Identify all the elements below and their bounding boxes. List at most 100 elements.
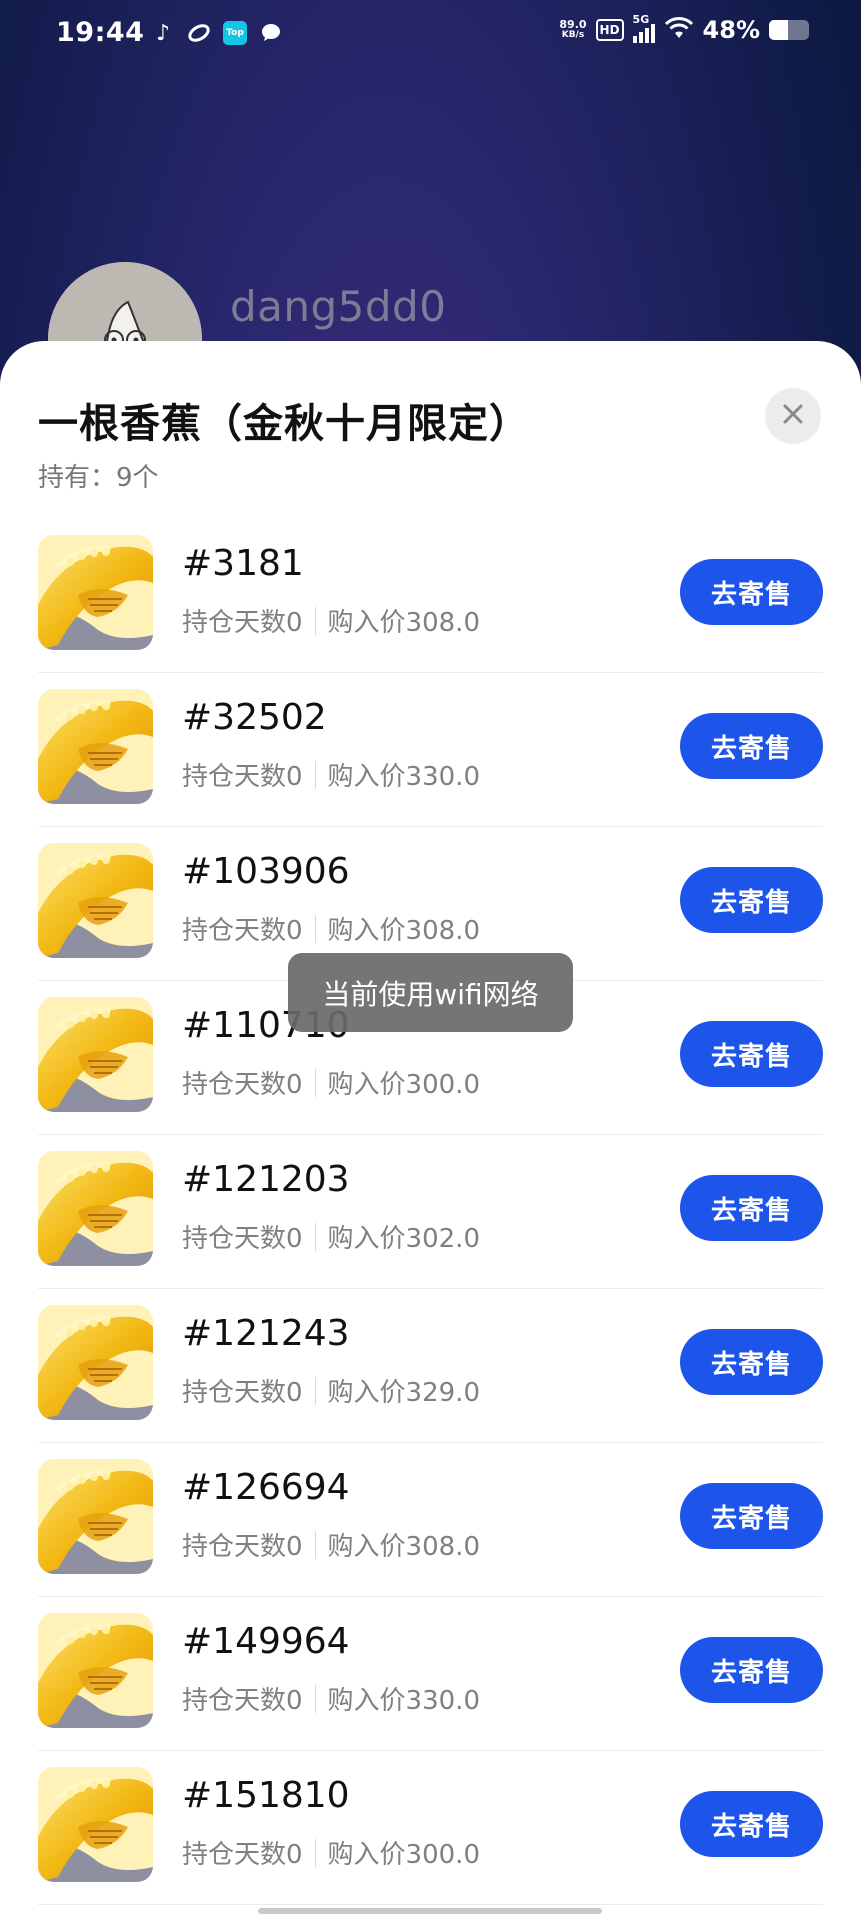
banana-artwork [38,997,153,1112]
item-id: #103906 [182,851,350,892]
banana-artwork [38,1305,153,1420]
sheet-title: 一根香蕉（金秋十月限定） [38,401,530,447]
divider [38,1904,823,1905]
banana-artwork [38,535,153,650]
item-thumbnail [38,1305,153,1420]
home-indicator[interactable] [258,1908,602,1914]
item-id: #151810 [182,1775,350,1816]
item-meta: 持仓天数0 购入价330.0 [182,1680,480,1717]
consign-button[interactable]: 去寄售 [680,1175,823,1241]
consign-button[interactable]: 去寄售 [680,867,823,933]
item-id: #149964 [182,1621,350,1662]
tiktok-icon: ♪ [155,20,171,46]
status-bar: 19:44 ♪ Top 89.0 KB/s HD 5G 48% [0,0,861,70]
battery-icon [769,20,809,40]
banana-artwork [38,1767,153,1882]
holdings-sheet: 一根香蕉（金秋十月限定） 持有：9个 #3181 持仓天数0 购入价308.0 … [0,341,861,1920]
meta-divider [314,760,316,789]
holding-days: 持仓天数0 [182,1070,303,1100]
signal-icon: 5G [632,13,655,43]
item-thumbnail [38,843,153,958]
holding-days: 持仓天数0 [182,1224,303,1254]
item-id: #32502 [182,697,327,738]
notification-icons: ♪ Top [150,20,284,46]
consign-button[interactable]: 去寄售 [680,559,823,625]
consign-button[interactable]: 去寄售 [680,713,823,779]
item-thumbnail [38,1613,153,1728]
hd-badge: HD [595,19,624,41]
item-thumbnail [38,1767,153,1882]
net-speed: 89.0 KB/s [559,18,587,40]
list-item[interactable]: #149964 持仓天数0 购入价330.0 去寄售 [0,1597,861,1751]
item-meta: 持仓天数0 购入价300.0 [182,1064,480,1101]
holding-days: 持仓天数0 [182,1840,303,1870]
meta-divider [314,1222,316,1251]
banana-artwork [38,843,153,958]
list-item[interactable]: #121243 持仓天数0 购入价329.0 去寄售 [0,1289,861,1443]
banana-artwork [38,1459,153,1574]
list-item[interactable]: #3181 持仓天数0 购入价308.0 去寄售 [0,519,861,673]
meta-divider [314,1530,316,1559]
meta-divider [314,1684,316,1713]
purchase-price: 购入价330.0 [327,1686,480,1716]
username: dang5dd0 [230,282,447,331]
item-id: #121203 [182,1159,350,1200]
item-id: #3181 [182,543,304,584]
list-item[interactable]: #151810 持仓天数0 购入价300.0 去寄售 [0,1751,861,1905]
item-meta: 持仓天数0 购入价308.0 [182,910,480,947]
purchase-price: 购入价300.0 [327,1070,480,1100]
purchase-price: 购入价308.0 [327,608,480,638]
meta-divider [314,1068,316,1097]
item-id: #121243 [182,1313,350,1354]
purchase-price: 购入价308.0 [327,1532,480,1562]
list-item[interactable]: #126694 持仓天数0 购入价308.0 去寄售 [0,1443,861,1597]
item-meta: 持仓天数0 购入价308.0 [182,602,480,639]
status-right: 89.0 KB/s HD 5G 48% [559,13,809,44]
list-item[interactable]: #121203 持仓天数0 购入价302.0 去寄售 [0,1135,861,1289]
purchase-price: 购入价329.0 [327,1378,480,1408]
item-thumbnail [38,689,153,804]
item-id: #126694 [182,1467,350,1508]
meta-divider [314,606,316,635]
consign-button[interactable]: 去寄售 [680,1021,823,1087]
purchase-price: 购入价330.0 [327,762,480,792]
consign-button[interactable]: 去寄售 [680,1637,823,1703]
consign-button[interactable]: 去寄售 [680,1483,823,1549]
screen: 19:44 ♪ Top 89.0 KB/s HD 5G 48% dang5dd0… [0,0,861,1920]
close-icon [781,402,805,430]
close-button[interactable] [765,388,821,444]
holding-days: 持仓天数0 [182,762,303,792]
holding-days: 持仓天数0 [182,1686,303,1716]
network-toast: 当前使用wifi网络 [288,953,573,1032]
meta-divider [314,1838,316,1867]
wifi-icon [664,16,694,44]
holding-days: 持仓天数0 [182,1532,303,1562]
battery-fill [769,20,789,40]
holding-days: 持仓天数0 [182,916,303,946]
purchase-price: 购入价302.0 [327,1224,480,1254]
item-thumbnail [38,1459,153,1574]
chat-bubble-icon [258,20,284,46]
item-meta: 持仓天数0 购入价329.0 [182,1372,480,1409]
holding-days: 持仓天数0 [182,1378,303,1408]
battery-percent: 48% [702,16,760,44]
banana-artwork [38,1613,153,1728]
item-thumbnail [38,535,153,650]
meta-divider [314,914,316,943]
holding-count: 持有：9个 [38,463,159,493]
purchase-price: 购入价300.0 [327,1840,480,1870]
item-meta: 持仓天数0 购入价302.0 [182,1218,480,1255]
top-app-icon: Top [222,20,248,46]
item-thumbnail [38,1151,153,1266]
list-item[interactable]: #32502 持仓天数0 购入价330.0 去寄售 [0,673,861,827]
banana-artwork [38,689,153,804]
consign-button[interactable]: 去寄售 [680,1329,823,1395]
sync-icon [186,20,212,46]
purchase-price: 购入价308.0 [327,916,480,946]
item-meta: 持仓天数0 购入价300.0 [182,1834,480,1871]
status-time: 19:44 [56,17,145,48]
holdings-list: #3181 持仓天数0 购入价308.0 去寄售 #32502 持仓天数0 购入… [0,519,861,1905]
item-meta: 持仓天数0 购入价330.0 [182,756,480,793]
holding-days: 持仓天数0 [182,608,303,638]
consign-button[interactable]: 去寄售 [680,1791,823,1857]
